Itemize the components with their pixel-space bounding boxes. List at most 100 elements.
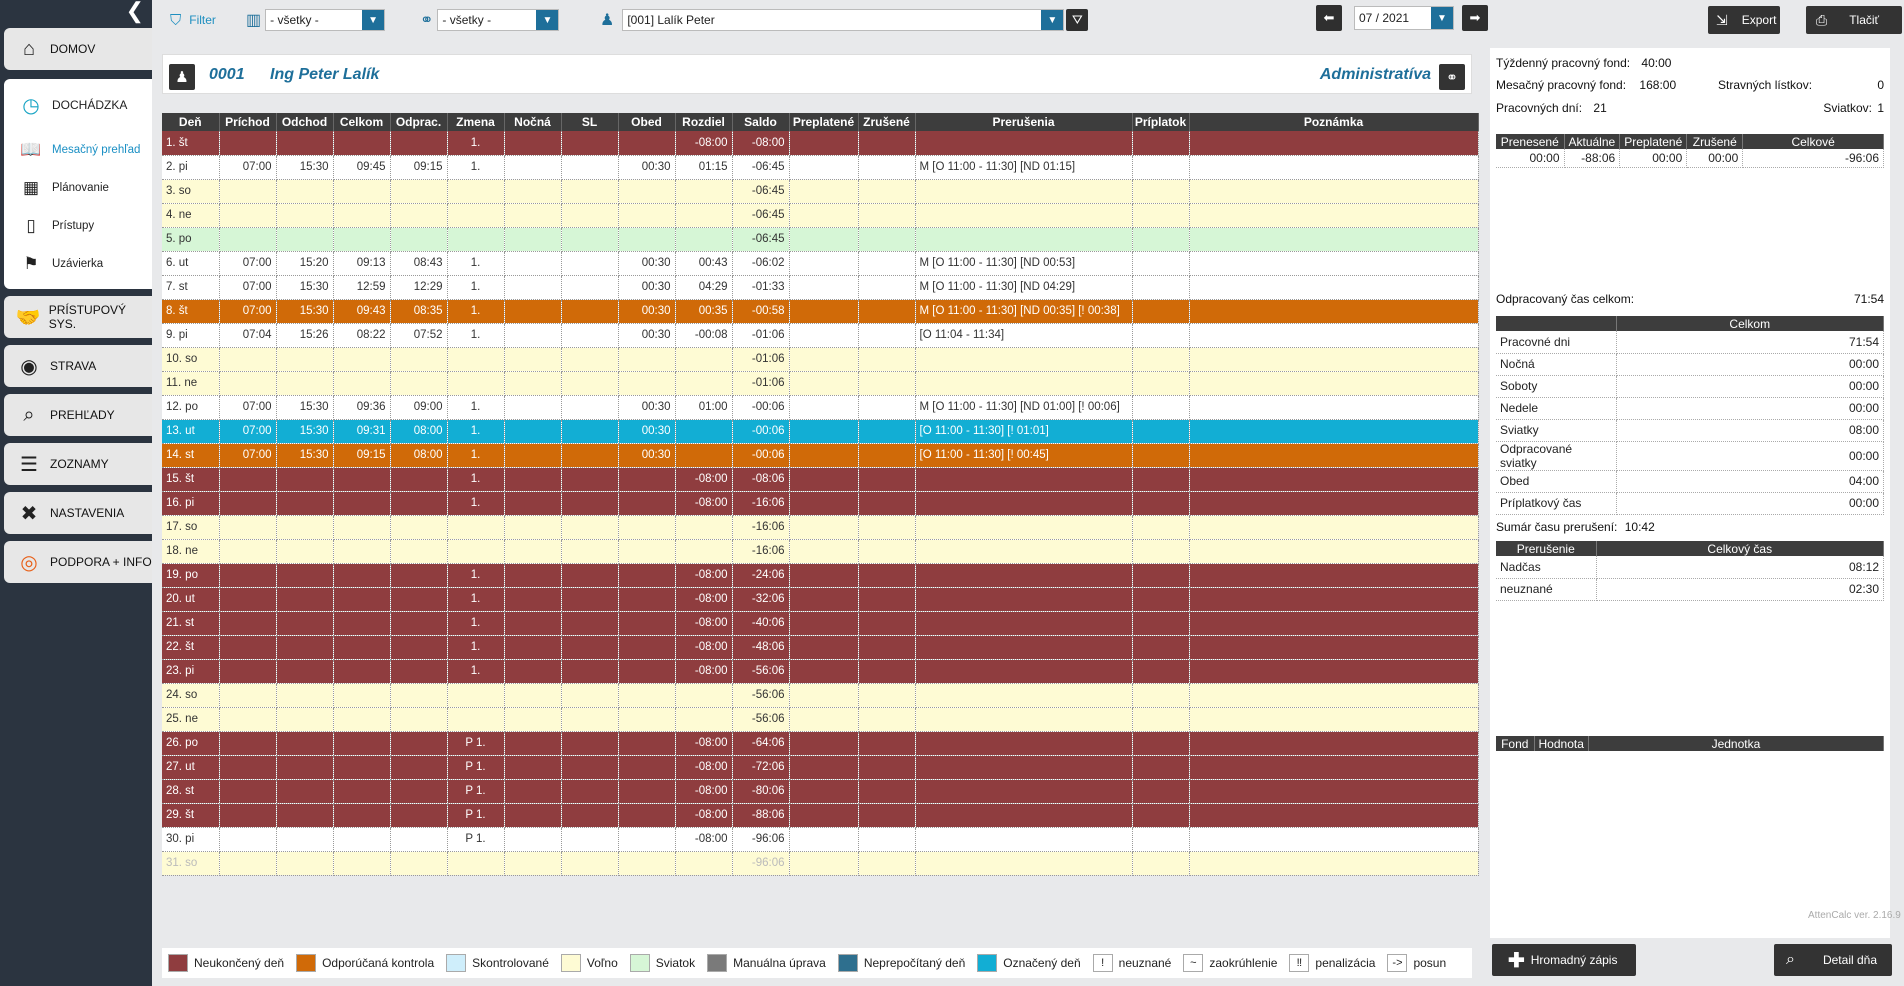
table-cell[interactable] <box>1189 659 1479 684</box>
table-cell[interactable] <box>390 803 448 828</box>
table-cell[interactable] <box>915 539 1133 564</box>
table-cell[interactable] <box>789 419 859 444</box>
group-select[interactable]: - všetky - ▼ <box>437 9 560 31</box>
table-cell[interactable]: 1. <box>447 419 505 444</box>
table-cell[interactable] <box>618 131 676 156</box>
table-cell[interactable]: 1. št <box>162 131 220 156</box>
table-cell[interactable]: -00:58 <box>732 299 790 324</box>
table-cell[interactable]: -08:00 <box>675 731 733 756</box>
table-cell[interactable] <box>333 731 391 756</box>
table-cell[interactable]: 15:20 <box>276 251 334 276</box>
table-cell[interactable] <box>504 779 562 804</box>
table-cell[interactable] <box>561 203 619 228</box>
table-cell[interactable]: -08:00 <box>675 563 733 588</box>
table-cell[interactable] <box>1132 779 1190 804</box>
grid-column-header[interactable]: SL <box>561 113 619 131</box>
table-cell[interactable]: 07:52 <box>390 323 448 348</box>
table-row[interactable]: 7. st 07:00 15:30 12:59 12:29 1. 00:30 04:29 -01… <box>162 275 1479 300</box>
table-cell[interactable] <box>675 371 733 396</box>
table-cell[interactable] <box>561 731 619 756</box>
table-row[interactable]: 31. so -96:06 <box>162 851 1479 876</box>
table-cell[interactable] <box>1132 467 1190 492</box>
table-cell[interactable]: -96:06 <box>732 827 790 852</box>
table-cell[interactable] <box>915 371 1133 396</box>
table-cell[interactable] <box>915 179 1133 204</box>
table-cell[interactable] <box>789 563 859 588</box>
table-cell[interactable] <box>1132 707 1190 732</box>
table-cell[interactable]: 00:30 <box>618 323 676 348</box>
table-cell[interactable] <box>858 707 916 732</box>
table-cell[interactable] <box>219 587 277 612</box>
table-row[interactable]: 6. ut 07:00 15:20 09:13 08:43 1. 00:30 00:43 -06… <box>162 251 1479 276</box>
table-cell[interactable] <box>390 779 448 804</box>
table-cell[interactable] <box>1189 131 1479 156</box>
grid-column-header[interactable]: Príplatok <box>1132 113 1190 131</box>
sidebar-subitem-monthly-overview[interactable]: 📖 Mesačný prehľad <box>4 131 152 169</box>
table-cell[interactable] <box>276 587 334 612</box>
table-cell[interactable] <box>390 755 448 780</box>
table-cell[interactable]: 4. ne <box>162 203 220 228</box>
table-row[interactable]: 17. so -16:06 <box>162 515 1479 540</box>
table-cell[interactable] <box>1189 587 1479 612</box>
table-cell[interactable]: 07:00 <box>219 419 277 444</box>
table-cell[interactable] <box>390 347 448 372</box>
table-cell[interactable]: 08:35 <box>390 299 448 324</box>
table-cell[interactable]: 5. po <box>162 227 220 252</box>
table-cell[interactable]: 1. <box>447 659 505 684</box>
table-cell[interactable] <box>276 611 334 636</box>
table-cell[interactable] <box>1189 635 1479 660</box>
table-cell[interactable] <box>219 467 277 492</box>
table-cell[interactable] <box>789 731 859 756</box>
table-cell[interactable] <box>675 443 733 468</box>
table-cell[interactable]: 09:43 <box>333 299 391 324</box>
table-cell[interactable] <box>219 851 277 876</box>
table-cell[interactable] <box>504 299 562 324</box>
table-cell[interactable] <box>789 227 859 252</box>
table-cell[interactable] <box>858 659 916 684</box>
table-row[interactable]: 25. ne -56:06 <box>162 707 1479 732</box>
grid-column-header[interactable]: Obed <box>618 113 676 131</box>
table-cell[interactable] <box>276 563 334 588</box>
table-cell[interactable]: 01:15 <box>675 155 733 180</box>
table-cell[interactable] <box>1189 731 1479 756</box>
table-cell[interactable] <box>675 227 733 252</box>
sidebar-item-access-system[interactable]: 🤝 PRÍSTUPOVÝ SYS. <box>4 296 152 338</box>
table-cell[interactable] <box>675 203 733 228</box>
table-cell[interactable]: -06:02 <box>732 251 790 276</box>
table-cell[interactable] <box>561 755 619 780</box>
table-cell[interactable] <box>858 467 916 492</box>
table-cell[interactable]: 08:00 <box>390 419 448 444</box>
table-cell[interactable] <box>1189 203 1479 228</box>
table-row[interactable]: 10. so -01:06 <box>162 347 1479 372</box>
table-cell[interactable]: 14. st <box>162 443 220 468</box>
grid-column-header[interactable]: Odprac. <box>390 113 448 131</box>
chevron-down-icon[interactable]: ▼ <box>362 10 385 30</box>
table-cell[interactable] <box>276 179 334 204</box>
table-cell[interactable]: 12:29 <box>390 275 448 300</box>
table-cell[interactable] <box>915 683 1133 708</box>
table-cell[interactable]: 1. <box>447 155 505 180</box>
table-cell[interactable] <box>561 635 619 660</box>
table-cell[interactable]: -00:08 <box>675 323 733 348</box>
table-cell[interactable] <box>561 347 619 372</box>
table-cell[interactable]: 08:43 <box>390 251 448 276</box>
table-cell[interactable] <box>1132 563 1190 588</box>
table-cell[interactable] <box>504 587 562 612</box>
table-cell[interactable] <box>789 443 859 468</box>
table-cell[interactable] <box>219 827 277 852</box>
table-row[interactable]: 15. št 1. -08:00 -08:06 <box>162 467 1479 492</box>
collapse-sidebar-icon[interactable]: ❮ <box>126 0 144 22</box>
table-cell[interactable] <box>789 635 859 660</box>
table-cell[interactable] <box>789 755 859 780</box>
table-cell[interactable]: 1. <box>447 563 505 588</box>
table-cell[interactable]: 07:00 <box>219 443 277 468</box>
table-cell[interactable] <box>390 563 448 588</box>
table-cell[interactable]: P 1. <box>447 731 505 756</box>
table-cell[interactable]: 15. št <box>162 467 220 492</box>
table-cell[interactable] <box>915 851 1133 876</box>
table-cell[interactable] <box>789 851 859 876</box>
table-cell[interactable] <box>675 515 733 540</box>
table-cell[interactable] <box>561 683 619 708</box>
table-cell[interactable] <box>219 611 277 636</box>
table-cell[interactable] <box>675 347 733 372</box>
